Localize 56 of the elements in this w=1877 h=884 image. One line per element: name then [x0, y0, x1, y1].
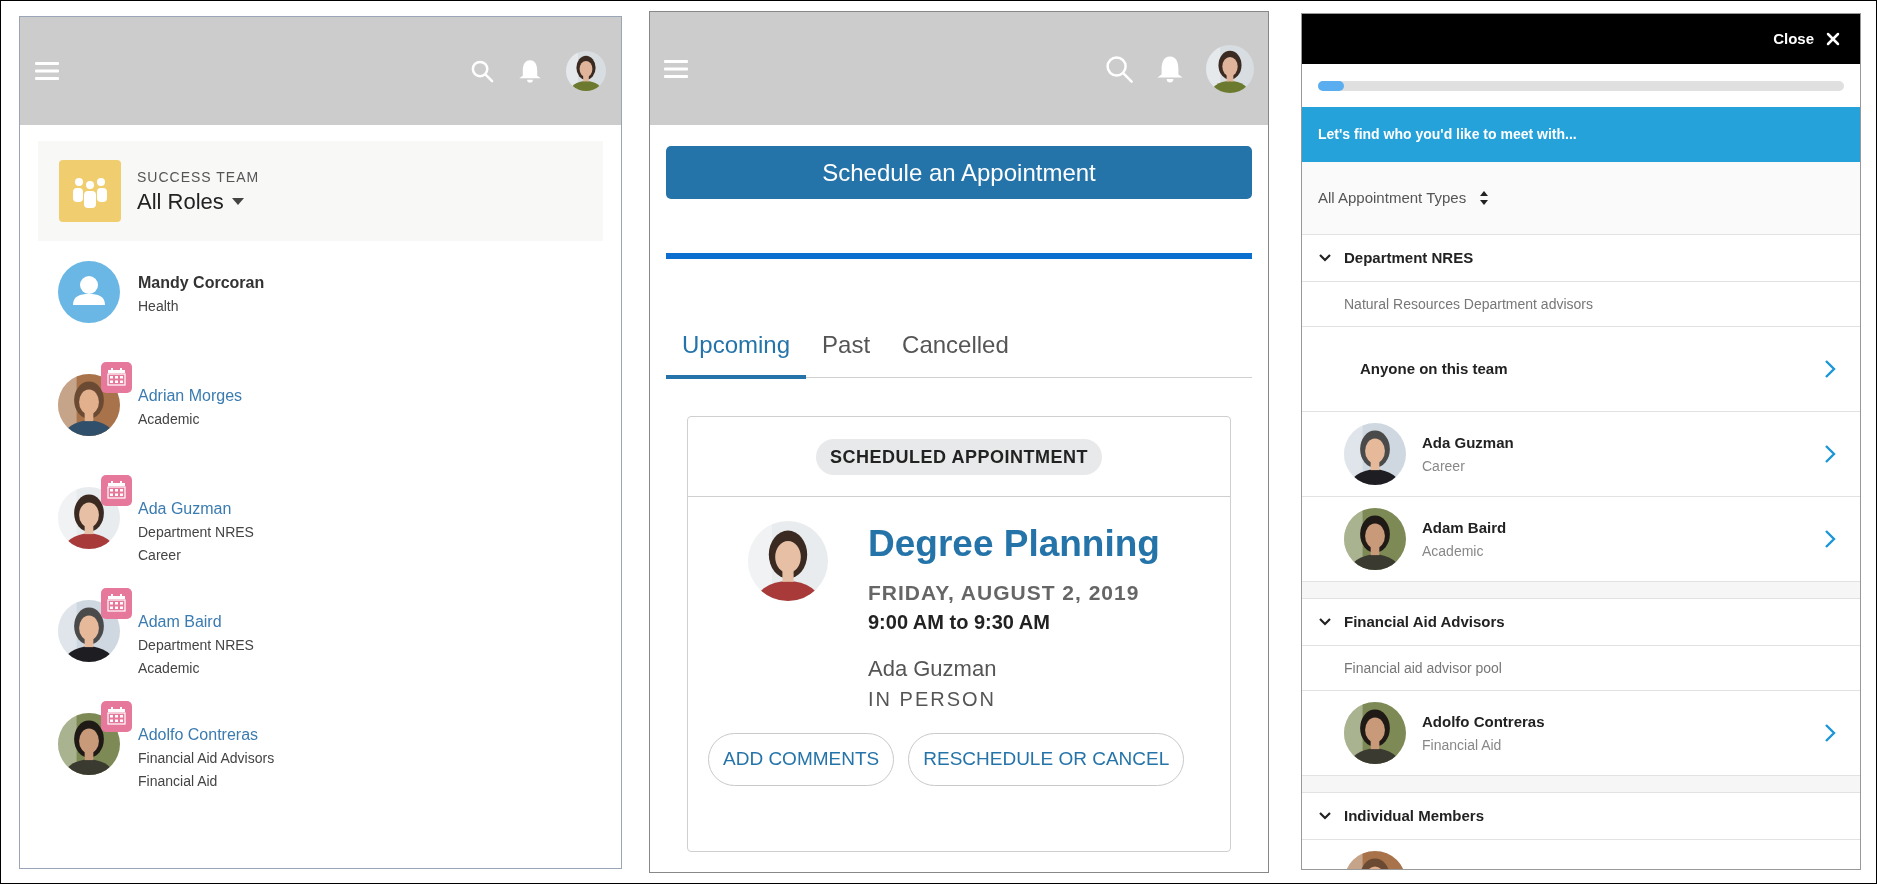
chevron-down-icon[interactable]: [1318, 811, 1332, 821]
section-label: SUCCESS TEAM: [137, 167, 260, 187]
close-button[interactable]: Close: [1773, 27, 1840, 51]
member-detail: Academic: [138, 659, 201, 678]
appointment-date: FRIDAY, AUGUST 2, 2019: [868, 580, 1141, 606]
member-name-link[interactable]: Adolfo Contreras: [138, 723, 275, 747]
member-detail: Department NRES: [138, 523, 254, 542]
advisor-role: Academic: [1422, 542, 1485, 561]
member-name-link[interactable]: Adrian Morges: [138, 384, 243, 408]
meeting-mode: IN PERSON: [868, 687, 998, 712]
team-icon: [59, 160, 121, 222]
chevron-right-icon[interactable]: [1824, 444, 1836, 464]
banner-text: Let's find who you'd like to meet with...: [1318, 125, 1577, 144]
user-avatar-icon: [58, 261, 120, 323]
advisor-role: Financial Aid: [1422, 736, 1503, 755]
member-detail: Academic: [138, 410, 201, 429]
group-header[interactable]: Individual Members: [1302, 793, 1860, 840]
chevron-down-icon[interactable]: [1318, 617, 1332, 627]
member-name-link[interactable]: Ada Guzman: [138, 497, 254, 521]
member-detail: Financial Aid: [138, 772, 219, 791]
calendar-badge-icon: [101, 588, 132, 619]
chevron-right-icon[interactable]: [1824, 723, 1836, 743]
group-description: Natural Resources Department advisors: [1344, 294, 1593, 314]
tab[interactable]: Upcoming: [666, 327, 807, 379]
team-option[interactable]: Anyone on this team: [1360, 357, 1824, 381]
member-detail: Department NRES: [138, 636, 254, 655]
appointment-time: 9:00 AM to 9:30 AM: [868, 610, 1051, 635]
advisor-name[interactable]: Adam Baird: [1422, 516, 1808, 540]
chevron-right-icon[interactable]: [1824, 529, 1836, 549]
group-header[interactable]: Department NRES: [1302, 235, 1860, 282]
status-badge: SCHEDULED APPOINTMENT: [816, 438, 1102, 475]
sort-arrows-icon[interactable]: [1480, 191, 1489, 205]
advisor-name[interactable]: Ada Guzman: [1422, 431, 1808, 455]
chevron-down-icon[interactable]: [1318, 253, 1332, 263]
advisor-name[interactable]: Adolfo Contreras: [1422, 710, 1808, 734]
member-detail: Career: [138, 546, 182, 565]
close-icon[interactable]: [1826, 32, 1840, 46]
group-header[interactable]: Financial Aid Advisors: [1302, 599, 1860, 646]
advisor-role: Career: [1422, 457, 1466, 476]
group-description: Financial aid advisor pool: [1344, 658, 1502, 678]
schedule-appointment-button[interactable]: Schedule an Appointment: [666, 146, 1252, 199]
member-detail: Health: [138, 297, 180, 316]
caret-icon[interactable]: [231, 197, 244, 206]
appointment-title: Degree Planning: [868, 522, 1160, 566]
calendar-badge-icon: [101, 701, 132, 732]
member-name: Mandy Corcoran: [138, 273, 265, 293]
tab[interactable]: Past: [806, 327, 887, 379]
member-detail: Financial Aid Advisors: [138, 749, 275, 768]
tab[interactable]: Cancelled: [886, 327, 1025, 379]
member-name-link[interactable]: Adam Baird: [138, 610, 254, 634]
calendar-badge-icon: [101, 475, 132, 506]
appointment-type-select[interactable]: All Appointment Types: [1318, 186, 1489, 210]
chevron-right-icon[interactable]: [1824, 359, 1836, 379]
advisor-name: Ada Guzman: [868, 655, 998, 683]
role-dropdown[interactable]: All Roles: [137, 187, 260, 216]
calendar-badge-icon: [101, 362, 132, 393]
